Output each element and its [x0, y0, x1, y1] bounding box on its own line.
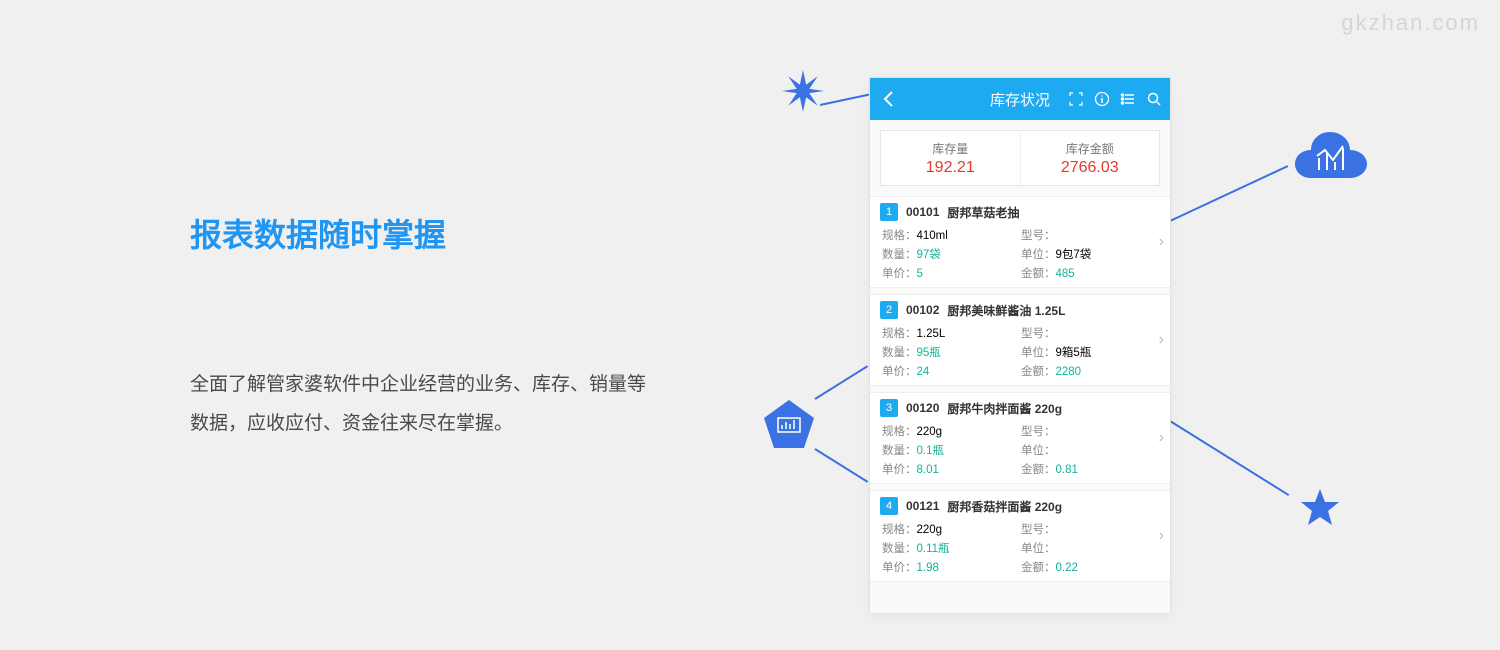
unit-label: 单位：: [1021, 543, 1056, 555]
starburst-icon: [782, 70, 824, 112]
price-value: 8.01: [917, 464, 939, 476]
phone-mockup: 库存状况 库存量 192.21 库存金额 2766.03 1 00101 厨邦草…: [870, 78, 1170, 613]
chevron-right-icon: ›: [1159, 331, 1164, 349]
qty-value: 97袋: [917, 249, 941, 261]
back-button[interactable]: [870, 78, 906, 120]
unit-label: 单位：: [1021, 347, 1056, 359]
connector-line: [814, 448, 868, 483]
item-code: 00120: [906, 401, 939, 415]
amount-label: 金额：: [1021, 464, 1056, 476]
item-index: 2: [880, 301, 898, 319]
spec-value: 410ml: [917, 230, 948, 242]
price-label: 单价：: [882, 366, 917, 378]
list-icon[interactable]: [1120, 91, 1136, 107]
summary-card: 库存量 192.21 库存金额 2766.03: [880, 130, 1160, 186]
item-index: 3: [880, 399, 898, 417]
monitor-icon: [762, 398, 816, 452]
unit-value: 9包7袋: [1056, 249, 1092, 261]
list-item[interactable]: 3 00120 厨邦牛肉拌面酱 220g 规格：220g 型号： 数量：0.1瓶…: [870, 392, 1170, 484]
connector-line: [814, 365, 868, 400]
amount-value: 0.22: [1056, 562, 1078, 574]
spec-label: 规格：: [882, 426, 917, 438]
spec-label: 规格：: [882, 328, 917, 340]
unit-label: 单位：: [1021, 445, 1056, 457]
cloud-chart-icon: [1295, 128, 1367, 190]
watermark-text: gkzhan.com: [1341, 10, 1480, 36]
price-value: 1.98: [917, 562, 939, 574]
spec-label: 规格：: [882, 230, 917, 242]
marketing-copy: 报表数据随时掌握 全面了解管家婆软件中企业经营的业务、库存、销量等数据，应收应付…: [190, 210, 650, 444]
unit-label: 单位：: [1021, 249, 1056, 261]
qty-value: 95瓶: [917, 347, 941, 359]
app-header: 库存状况: [870, 78, 1170, 120]
price-label: 单价：: [882, 464, 917, 476]
model-label: 型号：: [1021, 426, 1056, 438]
amount-label: 金额：: [1021, 562, 1056, 574]
spec-value: 1.25L: [917, 328, 946, 340]
item-name: 厨邦美味鲜酱油 1.25L: [947, 302, 1065, 319]
star-icon: [1300, 487, 1340, 527]
info-icon[interactable]: [1094, 91, 1110, 107]
item-name: 厨邦香菇拌面酱 220g: [947, 498, 1062, 515]
connector-line: [820, 94, 869, 106]
item-index: 1: [880, 203, 898, 221]
model-label: 型号：: [1021, 230, 1056, 242]
item-index: 4: [880, 497, 898, 515]
connector-line: [1169, 420, 1289, 496]
item-name: 厨邦草菇老抽: [947, 204, 1019, 221]
search-icon[interactable]: [1146, 91, 1162, 107]
chevron-right-icon: ›: [1159, 233, 1164, 251]
scan-icon[interactable]: [1068, 91, 1084, 107]
amount-value: 0.81: [1056, 464, 1078, 476]
spec-label: 规格：: [882, 524, 917, 536]
qty-label: 数量：: [882, 445, 917, 457]
price-value: 5: [917, 268, 923, 280]
amount-value: 2280: [1056, 366, 1082, 378]
price-label: 单价：: [882, 562, 917, 574]
unit-value: 9箱5瓶: [1056, 347, 1092, 359]
spec-value: 220g: [917, 426, 943, 438]
summary-qty-label: 库存量: [932, 140, 968, 157]
qty-value: 0.11瓶: [917, 543, 950, 555]
qty-label: 数量：: [882, 249, 917, 261]
item-code: 00102: [906, 303, 939, 317]
list-item[interactable]: 2 00102 厨邦美味鲜酱油 1.25L 规格：1.25L 型号： 数量：95…: [870, 294, 1170, 386]
summary-amount[interactable]: 库存金额 2766.03: [1020, 131, 1160, 185]
price-value: 24: [917, 366, 930, 378]
model-label: 型号：: [1021, 524, 1056, 536]
qty-value: 0.1瓶: [917, 445, 945, 457]
chevron-right-icon: ›: [1159, 527, 1164, 545]
price-label: 单价：: [882, 268, 917, 280]
item-code: 00101: [906, 205, 939, 219]
list-item[interactable]: 4 00121 厨邦香菇拌面酱 220g 规格：220g 型号： 数量：0.11…: [870, 490, 1170, 582]
page-title: 报表数据随时掌握: [190, 210, 650, 256]
amount-label: 金额：: [1021, 268, 1056, 280]
model-label: 型号：: [1021, 328, 1056, 340]
list-item[interactable]: 1 00101 厨邦草菇老抽 规格：410ml 型号： 数量：97袋 单位：9包…: [870, 196, 1170, 288]
page-description: 全面了解管家婆软件中企业经营的业务、库存、销量等数据，应收应付、资金往来尽在掌握…: [190, 366, 650, 444]
inventory-list: 1 00101 厨邦草菇老抽 规格：410ml 型号： 数量：97袋 单位：9包…: [870, 196, 1170, 582]
connector-line: [1170, 165, 1289, 222]
item-name: 厨邦牛肉拌面酱 220g: [947, 400, 1062, 417]
spec-value: 220g: [917, 524, 943, 536]
amount-label: 金额：: [1021, 366, 1056, 378]
summary-amount-label: 库存金额: [1066, 140, 1114, 157]
summary-amount-value: 2766.03: [1061, 159, 1119, 177]
chevron-right-icon: ›: [1159, 429, 1164, 447]
summary-qty-value: 192.21: [926, 159, 975, 177]
item-code: 00121: [906, 499, 939, 513]
summary-qty[interactable]: 库存量 192.21: [881, 131, 1020, 185]
qty-label: 数量：: [882, 543, 917, 555]
amount-value: 485: [1056, 268, 1075, 280]
qty-label: 数量：: [882, 347, 917, 359]
